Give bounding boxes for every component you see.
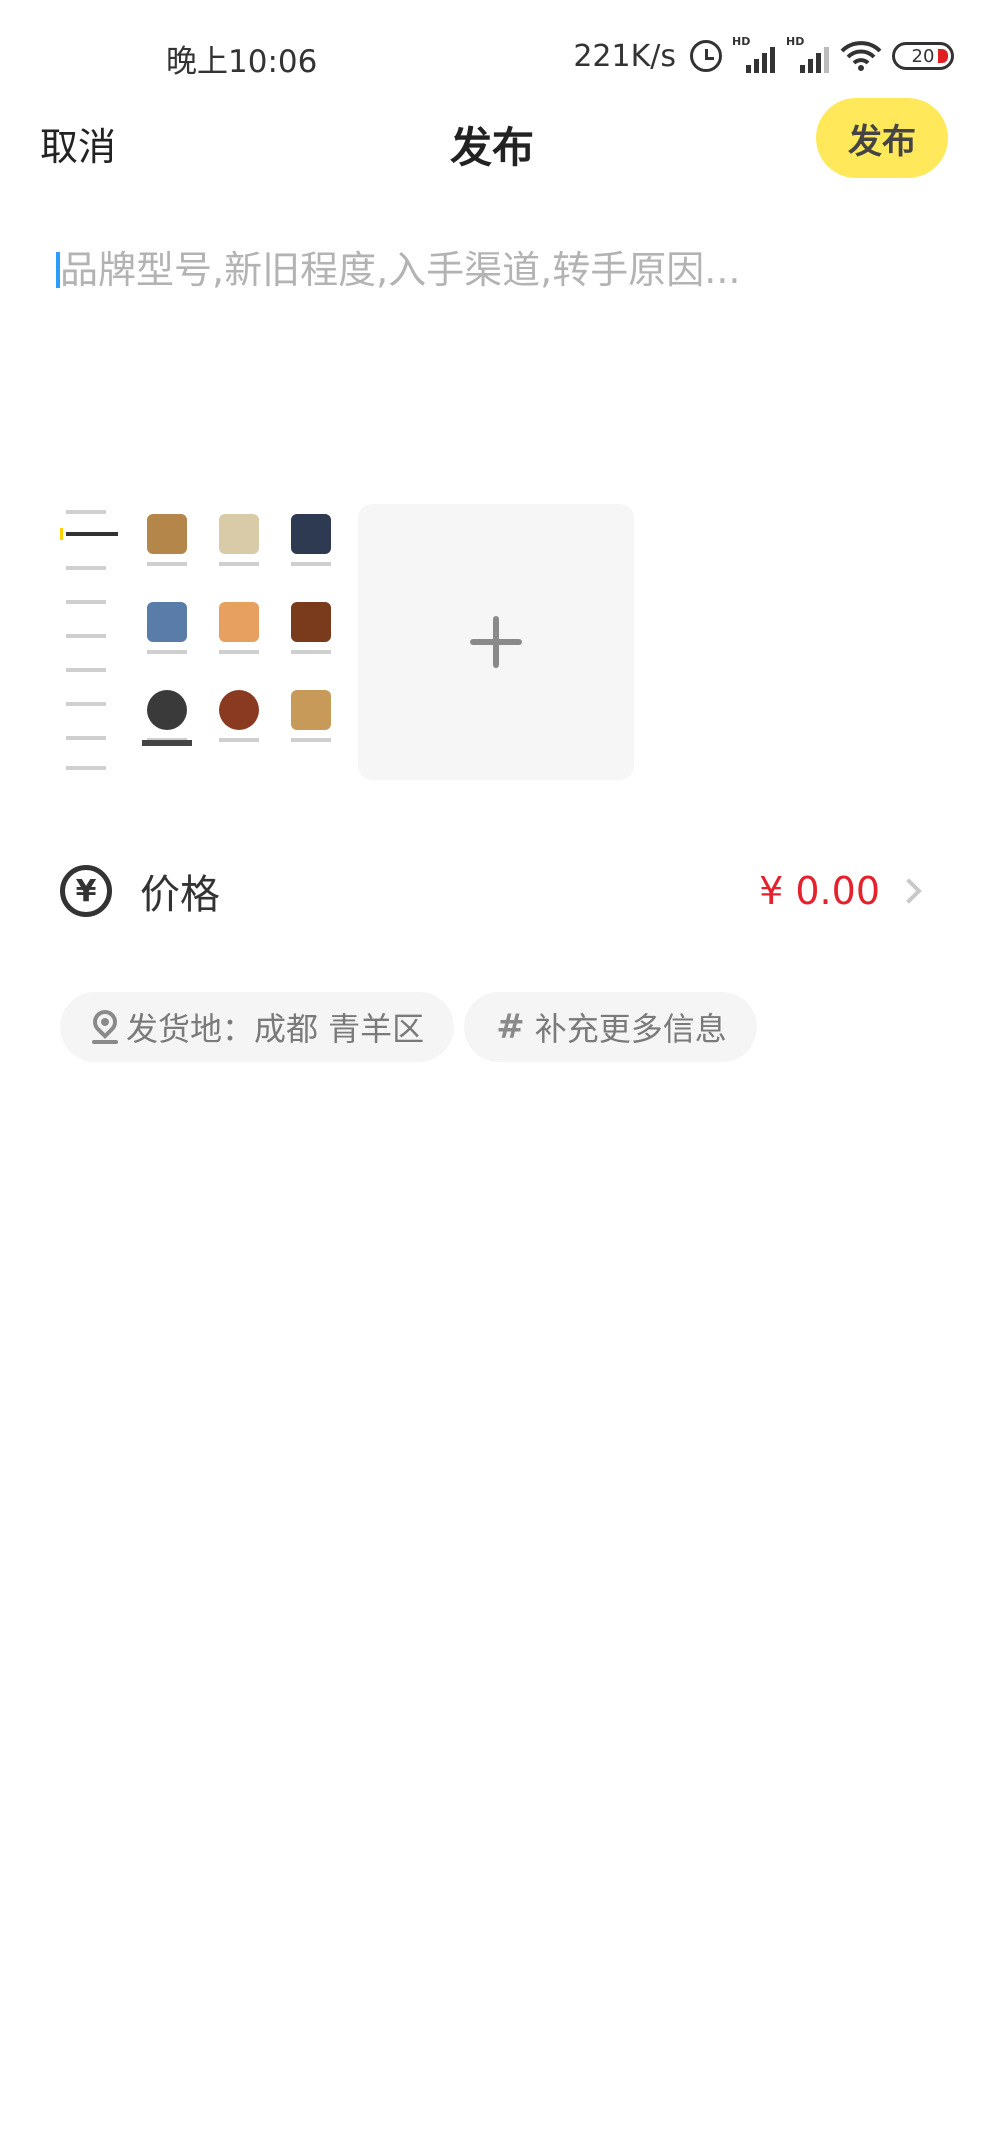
photo-thumbnail[interactable] [60, 504, 336, 780]
status-bar: 晚上10:06 221K/s HD HD 20 [0, 0, 984, 80]
wifi-icon [840, 40, 882, 72]
more-info-text: 补充更多信息 [534, 1010, 727, 1048]
location-text: 发货地：成都 青羊区 [126, 1010, 425, 1048]
hd-label: HD [732, 35, 751, 48]
location-tag[interactable]: 发货地：成都 青羊区 [60, 992, 455, 1062]
status-icons: 221K/s HD HD 20 [573, 35, 954, 76]
price-value: ¥ 0.00 [759, 869, 880, 913]
hash-icon: # [496, 1007, 525, 1047]
description-input[interactable] [60, 240, 930, 300]
yen-circle-icon: ¥ [60, 865, 112, 917]
thumbnail-product-grid [140, 514, 336, 760]
description-area[interactable] [56, 240, 936, 420]
battery-level: 20 [911, 45, 935, 67]
network-speed: 221K/s [573, 38, 676, 74]
price-row[interactable]: ¥ 价格 ¥ 0.00 [60, 856, 930, 926]
thumbnail-subtitle [142, 740, 192, 746]
price-label: 价格 [140, 872, 220, 918]
signal-icon: HD [732, 35, 776, 73]
hd-label: HD [786, 35, 805, 48]
add-photo-button[interactable] [358, 504, 634, 780]
location-pin-icon [88, 1005, 122, 1044]
photo-row [60, 504, 634, 780]
chevron-right-icon [896, 878, 922, 904]
status-time: 晚上10:06 [166, 44, 318, 80]
alarm-icon [690, 40, 722, 72]
battery-icon: 20 [892, 42, 954, 70]
publish-button[interactable]: 发布 [816, 98, 948, 178]
more-info-tag[interactable]: # 补充更多信息 [464, 992, 757, 1062]
tag-row: 发货地：成都 青羊区 # 补充更多信息 [60, 992, 757, 1062]
header: 取消 发布 发布 [0, 90, 984, 190]
signal-icon-2: HD [786, 35, 830, 73]
thumbnail-category-list [60, 504, 130, 780]
